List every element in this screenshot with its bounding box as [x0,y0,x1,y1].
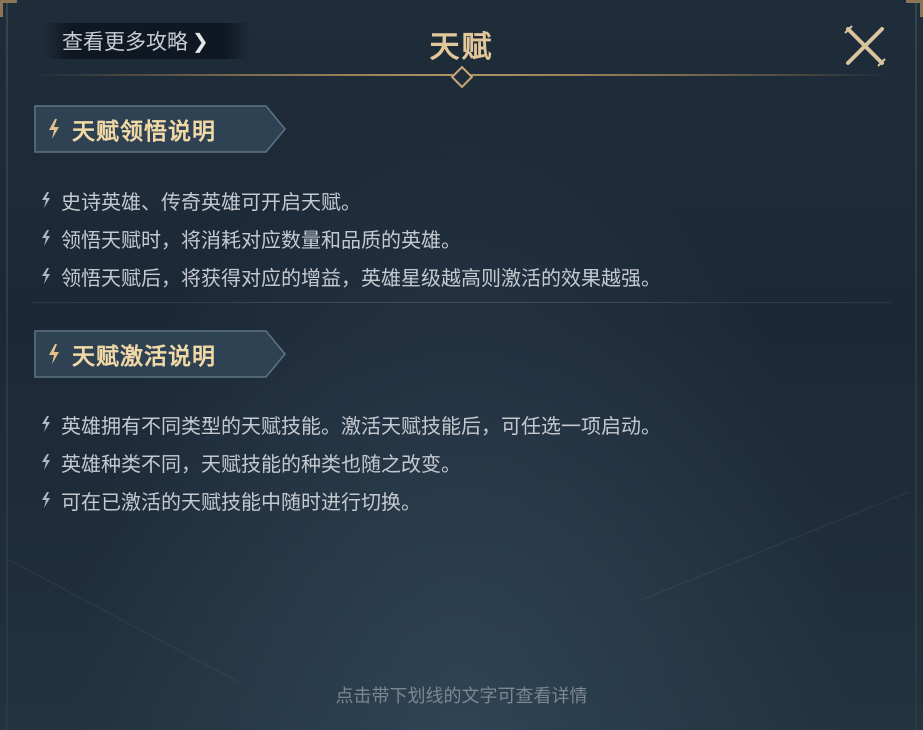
frame-border-right [915,0,917,730]
page-title: 天赋 [429,30,494,65]
spark-bullet-icon [42,230,50,246]
section-title: 天赋激活说明 [72,344,216,370]
background-decoration [9,560,240,684]
list-item-text: 英雄种类不同，天赋技能的种类也随之改变。 [61,451,461,476]
spark-bullet-icon [42,192,50,208]
spark-bullet-icon [42,492,50,508]
talent-info-panel: 查看更多攻略 ❯ 天赋 天赋领悟说明 史诗英雄、传奇英雄可开启天赋。 领悟天赋时… [0,0,923,730]
list-item-text: 领悟天赋时，将消耗对应数量和品质的英雄。 [61,227,461,252]
spark-bullet-icon [42,416,50,432]
list-item: 领悟天赋后，将获得对应的增益，英雄星级越高则激活的效果越强。 [40,257,661,295]
list-item: 可在已激活的天赋技能中随时进行切换。 [40,481,661,519]
spark-icon [49,344,59,364]
section-header-talent-activation: 天赋激活说明 [34,330,286,378]
section-item-list: 英雄拥有不同类型的天赋技能。激活天赋技能后，可任选一项启动。 英雄种类不同，天赋… [40,405,661,519]
frame-border-left [6,0,8,730]
list-item-text: 领悟天赋后，将获得对应的增益，英雄星级越高则激活的效果越强。 [61,265,661,290]
close-icon [844,25,886,67]
list-item: 英雄种类不同，天赋技能的种类也随之改变。 [40,443,661,481]
background-decoration [639,491,910,601]
section-item-list: 史诗英雄、传奇英雄可开启天赋。 领悟天赋时，将消耗对应数量和品质的英雄。 领悟天… [40,181,661,295]
list-item: 领悟天赋时，将消耗对应数量和品质的英雄。 [40,219,661,257]
list-item-text: 英雄拥有不同类型的天赋技能。激活天赋技能后，可任选一项启动。 [61,413,661,438]
close-button[interactable] [842,23,888,69]
footer-hint: 点击带下划线的文字可查看详情 [335,686,588,707]
list-item: 史诗英雄、传奇英雄可开启天赋。 [40,181,661,219]
frame-corner-ornament [906,0,923,17]
frame-corner-ornament [0,0,17,17]
list-item: 英雄拥有不同类型的天赋技能。激活天赋技能后，可任选一项启动。 [40,405,661,443]
section-header-talent-comprehension: 天赋领悟说明 [34,105,286,153]
list-item-text: 可在已激活的天赋技能中随时进行切换。 [61,489,421,514]
list-item-text: 史诗英雄、传奇英雄可开启天赋。 [61,189,361,214]
section-divider [32,302,891,303]
title-diamond-ornament [450,65,474,89]
spark-bullet-icon [42,454,50,470]
section-title: 天赋领悟说明 [72,119,216,145]
spark-bullet-icon [42,268,50,284]
spark-icon [49,119,59,139]
